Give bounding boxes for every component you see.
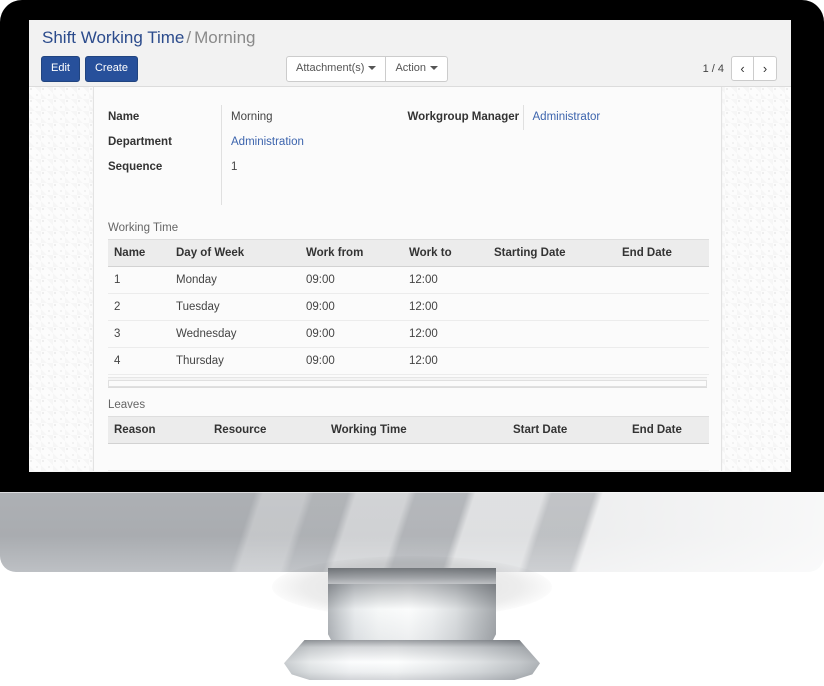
working-time-section: Working Time Name Day of Week Work from … <box>108 219 709 388</box>
field-department-label: Department <box>108 136 172 148</box>
previous-record-button[interactable]: ‹ <box>731 56 754 81</box>
cell-work-from: 09:00 <box>300 320 403 348</box>
leaves-section: Leaves Reason Resource Working Time Star… <box>108 396 709 471</box>
column-header-end-date[interactable]: End Date <box>626 416 709 444</box>
action-dropdown[interactable]: Action <box>386 56 449 82</box>
table-row[interactable]: 1 Monday 09:00 12:00 <box>108 266 709 294</box>
next-record-button[interactable]: › <box>754 56 777 81</box>
cell-day-of-week: Monday <box>170 266 300 294</box>
monitor-stand-neck-top <box>328 568 496 584</box>
field-spacer-value <box>221 180 408 205</box>
field-name: Name Morning <box>108 105 408 130</box>
primary-actions: Edit Create <box>41 56 138 82</box>
column-header-name[interactable]: Name <box>108 239 170 267</box>
pager: 1 / 4 ‹ › <box>703 56 777 81</box>
form-column-right: Workgroup Manager Administrator <box>408 105 708 205</box>
cell-work-to: 12:00 <box>403 320 488 348</box>
field-workgroup-manager-label: Workgroup Manager <box>407 111 520 123</box>
cell-name: 4 <box>108 347 170 375</box>
monitor-bezel: Shift Working Time / Morning Edit Create A… <box>0 0 824 492</box>
field-department-value[interactable]: Administration <box>221 130 408 155</box>
column-header-working-time[interactable]: Working Time <box>325 416 507 444</box>
cell-starting-date <box>488 293 616 321</box>
breadcrumb-root-link[interactable]: Shift Working Time <box>42 28 184 47</box>
cell-day-of-week: Tuesday <box>170 293 300 321</box>
field-workgroup-manager: Workgroup Manager Administrator <box>408 105 708 130</box>
cell-name: 3 <box>108 320 170 348</box>
application-page: Shift Working Time / Morning Edit Create A… <box>29 20 791 472</box>
cell-starting-date <box>488 347 616 375</box>
record-form-sheet: Name Morning Department Administration S… <box>93 87 722 471</box>
table-header-row: Reason Resource Working Time Start Date … <box>108 416 709 444</box>
form-column-left: Name Morning Department Administration S… <box>108 105 408 205</box>
attachments-label: Attachment(s) <box>296 62 365 74</box>
working-time-table: Name Day of Week Work from Work to Start… <box>108 239 709 375</box>
column-header-day-of-week[interactable]: Day of Week <box>170 239 300 267</box>
cell-work-from: 09:00 <box>300 293 403 321</box>
scrollbar-thumb[interactable] <box>108 380 707 387</box>
cell-starting-date <box>488 266 616 294</box>
table-header-row: Name Day of Week Work from Work to Start… <box>108 239 709 267</box>
cell-work-from: 09:00 <box>300 266 403 294</box>
field-name-value[interactable]: Morning <box>221 105 408 130</box>
breadcrumb: Shift Working Time / Morning <box>41 27 779 49</box>
workspace: Name Morning Department Administration S… <box>29 87 791 471</box>
leaves-empty-cell <box>108 443 709 471</box>
monitor-stand-foot <box>284 640 540 680</box>
chevron-down-icon <box>368 66 377 70</box>
leaves-title: Leaves <box>108 399 146 411</box>
field-name-label: Name <box>108 111 140 123</box>
column-header-starting-date[interactable]: Starting Date <box>488 239 616 267</box>
working-time-title: Working Time <box>108 222 179 234</box>
secondary-actions: Attachment(s) Action <box>286 56 449 82</box>
control-bar: Shift Working Time / Morning Edit Create A… <box>29 20 791 87</box>
leaves-table: Reason Resource Working Time Start Date … <box>108 416 709 471</box>
table-row[interactable]: 4 Thursday 09:00 12:00 <box>108 347 709 375</box>
field-department: Department Administration <box>108 130 408 155</box>
field-spacer <box>108 180 408 205</box>
create-button[interactable]: Create <box>84 56 138 82</box>
action-label: Action <box>395 62 427 74</box>
breadcrumb-current: Morning <box>194 28 256 47</box>
toolbar: Edit Create Attachment(s) Action 1 / 4 ‹… <box>41 56 779 82</box>
column-header-resource[interactable]: Resource <box>208 416 325 444</box>
cell-day-of-week: Thursday <box>170 347 300 375</box>
field-sequence-label: Sequence <box>108 161 163 173</box>
field-sequence-value[interactable]: 1 <box>221 155 408 180</box>
working-time-horizontal-scrollbar[interactable] <box>108 377 707 388</box>
column-header-work-to[interactable]: Work to <box>403 239 488 267</box>
form-fields: Name Morning Department Administration S… <box>108 105 707 211</box>
cell-end-date <box>616 266 709 294</box>
edit-button[interactable]: Edit <box>41 56 80 82</box>
field-workgroup-manager-value[interactable]: Administrator <box>522 105 708 130</box>
monitor-scene: Shift Working Time / Morning Edit Create A… <box>0 0 824 686</box>
cell-name: 2 <box>108 293 170 321</box>
pager-buttons: ‹ › <box>731 56 777 81</box>
breadcrumb-separator: / <box>186 28 192 47</box>
leaves-empty-row <box>108 443 709 471</box>
pager-count: 1 / 4 <box>702 62 724 75</box>
column-header-work-from[interactable]: Work from <box>300 239 403 267</box>
attachments-dropdown[interactable]: Attachment(s) <box>286 56 387 82</box>
cell-end-date <box>616 320 709 348</box>
cell-work-to: 12:00 <box>403 347 488 375</box>
cell-end-date <box>616 347 709 375</box>
chevron-down-icon <box>430 66 439 70</box>
table-row[interactable]: 3 Wednesday 09:00 12:00 <box>108 320 709 348</box>
cell-work-to: 12:00 <box>403 266 488 294</box>
cell-starting-date <box>488 320 616 348</box>
table-row[interactable]: 2 Tuesday 09:00 12:00 <box>108 293 709 321</box>
field-sequence: Sequence 1 <box>108 155 408 180</box>
cell-work-to: 12:00 <box>403 293 488 321</box>
cell-name: 1 <box>108 266 170 294</box>
column-header-reason[interactable]: Reason <box>108 416 208 444</box>
column-header-end-date[interactable]: End Date <box>616 239 709 267</box>
column-header-start-date[interactable]: Start Date <box>507 416 626 444</box>
cell-work-from: 09:00 <box>300 347 403 375</box>
cell-end-date <box>616 293 709 321</box>
cell-day-of-week: Wednesday <box>170 320 300 348</box>
screen: Shift Working Time / Morning Edit Create A… <box>29 20 791 472</box>
